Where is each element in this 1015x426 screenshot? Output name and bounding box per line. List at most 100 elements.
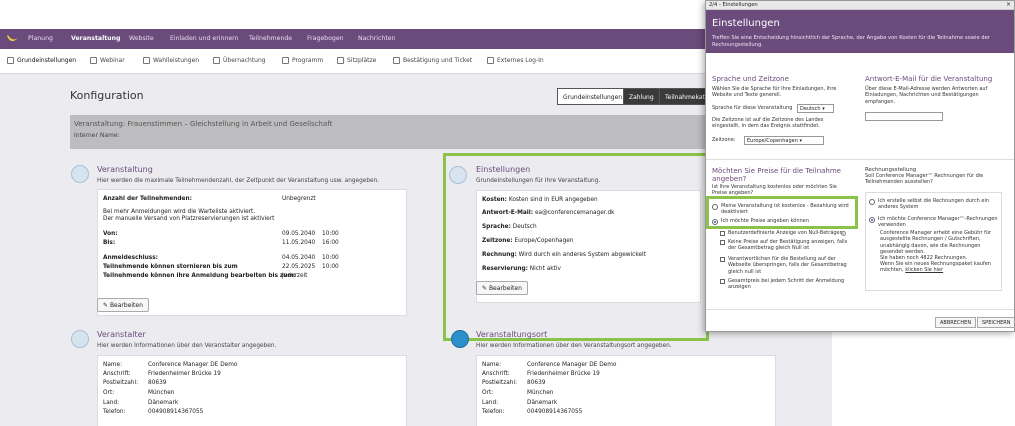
nav-planung[interactable]: Planung	[28, 35, 53, 42]
veranstalter-value: 80639	[148, 380, 167, 386]
subnav-programm[interactable]: Programm	[282, 57, 323, 64]
von-time: 10:00	[322, 231, 339, 237]
reservierung-row: Reservierung: Nicht aktiv	[482, 266, 561, 272]
internal-name: Interner Name:	[74, 132, 120, 139]
reply-email-title: Antwort-E-Mail für die Veranstaltung	[865, 75, 993, 83]
invoicing-options: Ich erstelle selbst die Rechnungen durch…	[865, 192, 1002, 291]
info-icon[interactable]: i	[841, 231, 846, 236]
invoice-fee-note: Conference Manager erhebt eine Gebühr fü…	[880, 230, 992, 256]
nav-einladen[interactable]: Einladen und erinnern	[170, 35, 239, 42]
cancel-button[interactable]: ABBRECHEN	[935, 317, 977, 328]
skip-responsible-checkbox[interactable]	[720, 257, 725, 262]
button-label: Bearbeiten	[488, 285, 522, 292]
nav-veranstaltung[interactable]: Veranstaltung	[71, 35, 120, 42]
veranstaltungsort-title: Veranstaltungsort	[476, 330, 548, 339]
prices-radio[interactable]	[712, 219, 718, 225]
nav-nachrichten[interactable]: Nachrichten	[358, 35, 396, 42]
veranstalter-card: Name: Conference Manager DE Demo Anschrif…	[97, 355, 407, 426]
reservierung-value: Nicht aktiv	[529, 266, 561, 272]
subnav-bestaetigung[interactable]: Bestätigung und Ticket	[393, 57, 472, 64]
free-event-radio[interactable]	[712, 204, 718, 210]
hotel-icon	[213, 57, 220, 64]
veranstaltungsort-desc: Hier werden Informationen über den Veran…	[476, 343, 672, 349]
settings-section-icon	[449, 166, 467, 184]
price-question: Ist Ihre Veranstaltung kostenlos oder mö…	[712, 184, 837, 197]
subnav-uebernachtung[interactable]: Übernachtung	[213, 57, 266, 64]
veranstalter-key: Telefon:	[103, 409, 126, 415]
ort-value: 80639	[527, 380, 546, 386]
divider	[706, 159, 1014, 160]
reservierung-label: Reservierung:	[482, 266, 528, 272]
external-invoice-label: Ich erstelle selbst die Rechnungen durch…	[878, 198, 990, 211]
email-row: Antwort-E-Mail: ea@conferencemanager.dk	[482, 210, 615, 216]
nav-teilnehmende[interactable]: Teilnehmende	[249, 35, 292, 42]
total-price-checkbox[interactable]	[720, 279, 725, 284]
storno-time: 10:00	[322, 264, 339, 270]
edit-until-value: Jederzeit	[282, 273, 308, 279]
external-invoice-radio[interactable]	[869, 199, 875, 205]
veranstalter-value: Friedenheimer Brücke 19	[148, 371, 221, 377]
zero-amount-checkbox[interactable]	[720, 231, 725, 236]
subnav-sitzplaetze[interactable]: Sitzplätze	[337, 57, 376, 64]
veranstaltungsort-card: Name: Conference Manager DE Demo Anschrif…	[476, 355, 776, 426]
video-icon	[90, 57, 97, 64]
price-title: Möchten Sie Preise für die Teilnahme ang…	[712, 167, 841, 183]
event-section-icon	[71, 165, 89, 183]
subnav-label: Externes Log-In	[497, 57, 544, 64]
pencil-icon: ✎	[103, 302, 110, 309]
max-value: Unbegrenzt	[282, 196, 316, 202]
ort-key: Anschrift:	[482, 371, 510, 377]
login-icon	[487, 57, 494, 64]
veranstaltung-edit-button[interactable]: ✎ Bearbeiten	[97, 298, 149, 312]
subnav-label: Webinar	[100, 57, 125, 64]
pencil-icon: ✎	[482, 285, 489, 292]
dialog-titlebar: 2/4 - Einstellungen ×	[706, 1, 1014, 10]
einstellungen-edit-button[interactable]: ✎ Bearbeiten	[476, 281, 528, 295]
tab-teilnahmekategorien[interactable]: Teilnahmekat	[659, 88, 709, 105]
chevron-down-icon: ▾	[822, 106, 825, 112]
nav-fragebogen[interactable]: Fragebogen	[307, 35, 344, 42]
gear-icon	[7, 57, 14, 64]
cm-invoice-label: Ich möchte Conference Manager™-Rechnunge…	[878, 216, 998, 229]
reply-email-input[interactable]	[865, 112, 943, 121]
ort-value: Conference Manager DE Demo	[527, 362, 617, 368]
zeitzone-label: Zeitzone:	[482, 238, 513, 244]
reply-email-desc: Über diese E-Mail-Adresse werden Antwort…	[865, 86, 988, 105]
tab-grundeinstellungen[interactable]: Grundeinstellungen	[557, 88, 629, 105]
ort-value: Friedenheimer Brücke 19	[527, 371, 600, 377]
timezone-select[interactable]: Europe/Copenhagen ▾	[744, 136, 824, 145]
kosten-row: Kosten: Kosten sind in EUR angegeben	[482, 197, 598, 203]
organizer-avatar-icon	[71, 330, 89, 348]
sprache-row: Sprache: Deutsch	[482, 224, 537, 230]
no-prices-checkbox[interactable]	[720, 240, 725, 245]
zeitzone-row: Zeitzone: Europe/Copenhagen	[482, 238, 573, 244]
language-desc: Wählen Sie die Sprache für Ihre Einladun…	[712, 86, 837, 99]
dialog-header: Einstellungen Treffen Sie eine Entscheid…	[706, 10, 1014, 53]
save-button[interactable]: SPEICHERN	[977, 317, 1014, 328]
language-select[interactable]: Deutsch ▾	[797, 104, 834, 113]
max-label: Anzahl der Teilnehmenden:	[103, 196, 192, 202]
edit-until-label: Teilnehmende können ihre Anmeldung bearb…	[103, 273, 296, 279]
anmeldeschluss-time: 10:00	[322, 255, 339, 261]
tab-zahlung[interactable]: Zahlung	[623, 88, 660, 105]
nav-website[interactable]: Website	[129, 35, 154, 42]
storno-date: 22.05.2025	[282, 264, 316, 270]
chevron-down-icon: ▾	[799, 138, 802, 144]
subnav-label: Bestätigung und Ticket	[403, 57, 473, 64]
von-date: 09.05.2040	[282, 231, 316, 237]
ort-key: Postleitzahl:	[482, 380, 518, 386]
language-label: Sprache für diese Veranstaltung	[712, 105, 793, 111]
close-icon[interactable]: ×	[1006, 1, 1011, 8]
page-title: Konfiguration	[70, 89, 144, 102]
subnav-externes-login[interactable]: Externes Log-In	[487, 57, 544, 64]
reservation-note: Der manuelle Versand von Platzreservieru…	[103, 216, 275, 222]
zero-amount-label: Benutzerdefinierte Anzeige von Null-Betr…	[728, 230, 843, 236]
invoice-buy-link[interactable]: klicken Sie hier	[905, 267, 943, 273]
subnav-webinar[interactable]: Webinar	[90, 57, 125, 64]
zeitzone-value: Europe/Copenhagen	[514, 238, 574, 244]
cm-invoice-radio[interactable]	[869, 217, 875, 223]
subnav-wahlleistungen[interactable]: Wahlleistungen	[143, 57, 199, 64]
calendar-icon	[282, 57, 289, 64]
ort-value: 004908914367055	[527, 409, 583, 415]
subnav-grundeinstellungen[interactable]: Grundeinstellungen	[7, 57, 76, 64]
